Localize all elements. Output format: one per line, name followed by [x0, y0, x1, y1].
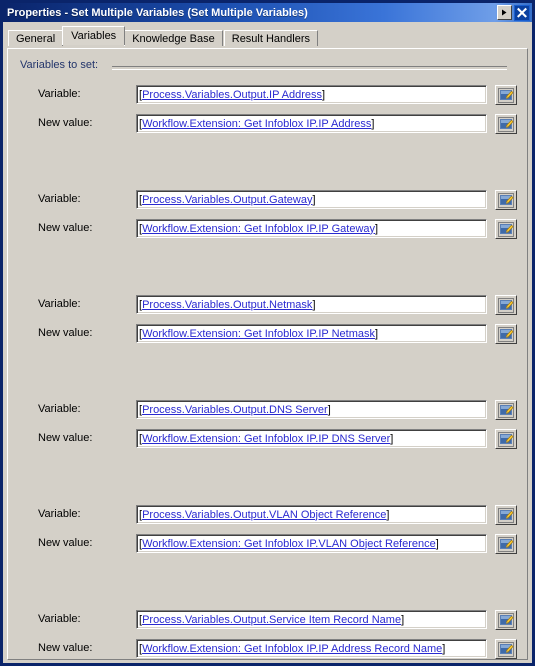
window-controls	[497, 4, 530, 21]
field-row-variable: Variable: [Process.Variables.Output.DNS S…	[20, 400, 521, 420]
field-row-new_value: New value: [Workflow.Extension: Get Infob…	[20, 114, 521, 134]
variable-input[interactable]: [Process.Variables.Output.Gateway]	[136, 190, 487, 209]
title-bar: Properties - Set Multiple Variables (Set…	[3, 3, 532, 22]
browse-picker-icon[interactable]	[495, 400, 517, 420]
browse-picker-icon[interactable]	[495, 190, 517, 210]
browse-picker-icon[interactable]	[495, 114, 517, 134]
tab-strip: General Variables Knowledge Base Result …	[4, 25, 532, 46]
variable-input[interactable]: [Process.Variables.Output.Netmask]	[136, 295, 487, 314]
field-row-new_value: New value: [Workflow.Extension: Get Infob…	[20, 429, 521, 449]
new-value-input[interactable]: [Workflow.Extension: Get Infoblox IP.IP …	[136, 324, 487, 343]
variable-value: [Process.Variables.Output.Service Item R…	[139, 613, 405, 626]
new-value-input[interactable]: [Workflow.Extension: Get Infoblox IP.IP …	[136, 639, 487, 658]
field-row-variable: Variable: [Process.Variables.Output.Netma…	[20, 295, 521, 315]
variable-value: [Process.Variables.Output.VLAN Object Re…	[139, 508, 390, 521]
new_value-label: New value:	[38, 117, 93, 129]
tab-result-handlers[interactable]: Result Handlers	[223, 30, 319, 46]
browse-picker-icon[interactable]	[495, 429, 517, 449]
variable-value: [Process.Variables.Output.Netmask]	[139, 298, 316, 311]
variable-group: Variable: [Process.Variables.Output.Gatew…	[20, 190, 521, 241]
new-value-input[interactable]: [Workflow.Extension: Get Infoblox IP.VLA…	[136, 534, 487, 553]
variable-input[interactable]: [Process.Variables.Output.IP Address]	[136, 85, 487, 104]
new_value-value: [Workflow.Extension: Get Infoblox IP.IP …	[139, 222, 379, 235]
browse-picker-icon[interactable]	[495, 295, 517, 315]
variables-tab-page: Variables to set: Variable: [Process.Vari…	[7, 48, 528, 660]
new_value-label: New value:	[38, 537, 93, 549]
browse-picker-icon[interactable]	[495, 639, 517, 659]
browse-picker-icon[interactable]	[495, 324, 517, 344]
tab-general[interactable]: General	[8, 30, 64, 46]
browse-picker-icon[interactable]	[495, 610, 517, 630]
browse-picker-icon[interactable]	[495, 534, 517, 554]
new_value-value: [Workflow.Extension: Get Infoblox IP.IP …	[139, 432, 394, 445]
variable-group: Variable: [Process.Variables.Output.VLAN …	[20, 505, 521, 556]
group-legend: Variables to set:	[20, 59, 105, 71]
variable-label: Variable:	[38, 193, 81, 205]
browse-picker-icon[interactable]	[495, 505, 517, 525]
variable-group: Variable: [Process.Variables.Output.IP Ad…	[20, 85, 521, 136]
browse-picker-icon[interactable]	[495, 85, 517, 105]
variable-value: [Process.Variables.Output.DNS Server]	[139, 403, 331, 416]
variable-label: Variable:	[38, 403, 81, 415]
new_value-label: New value:	[38, 222, 93, 234]
variable-label: Variable:	[38, 88, 81, 100]
variable-input[interactable]: [Process.Variables.Output.DNS Server]	[136, 400, 487, 419]
variable-label: Variable:	[38, 298, 81, 310]
field-row-new_value: New value: [Workflow.Extension: Get Infob…	[20, 534, 521, 554]
new-value-input[interactable]: [Workflow.Extension: Get Infoblox IP.IP …	[136, 219, 487, 238]
variable-value: [Process.Variables.Output.Gateway]	[139, 193, 316, 206]
field-row-new_value: New value: [Workflow.Extension: Get Infob…	[20, 219, 521, 239]
variable-group: Variable: [Process.Variables.Output.DNS S…	[20, 400, 521, 451]
field-row-new_value: New value: [Workflow.Extension: Get Infob…	[20, 639, 521, 659]
new-value-input[interactable]: [Workflow.Extension: Get Infoblox IP.IP …	[136, 429, 487, 448]
variables-to-set-group: Variables to set: Variable: [Process.Vari…	[20, 59, 521, 659]
tab-variables[interactable]: Variables	[62, 26, 126, 45]
variable-group: Variable: [Process.Variables.Output.Servi…	[20, 610, 521, 659]
field-row-variable: Variable: [Process.Variables.Output.VLAN …	[20, 505, 521, 525]
new_value-value: [Workflow.Extension: Get Infoblox IP.IP …	[139, 642, 446, 655]
browse-picker-icon[interactable]	[495, 219, 517, 239]
triangle-right-icon[interactable]	[497, 5, 512, 20]
variable-group: Variable: [Process.Variables.Output.Netma…	[20, 295, 521, 346]
new_value-label: New value:	[38, 642, 93, 654]
field-row-new_value: New value: [Workflow.Extension: Get Infob…	[20, 324, 521, 344]
new_value-value: [Workflow.Extension: Get Infoblox IP.IP …	[139, 327, 379, 340]
field-row-variable: Variable: [Process.Variables.Output.IP Ad…	[20, 85, 521, 105]
variable-label: Variable:	[38, 613, 81, 625]
variable-label: Variable:	[38, 508, 81, 520]
group-divider	[112, 66, 507, 70]
tab-knowledge-base[interactable]: Knowledge Base	[124, 30, 223, 46]
new_value-value: [Workflow.Extension: Get Infoblox IP.VLA…	[139, 537, 439, 550]
field-row-variable: Variable: [Process.Variables.Output.Servi…	[20, 610, 521, 630]
new-value-input[interactable]: [Workflow.Extension: Get Infoblox IP.IP …	[136, 114, 487, 133]
close-icon[interactable]	[514, 4, 530, 21]
properties-dialog: Properties - Set Multiple Variables (Set…	[0, 0, 535, 666]
window-title: Properties - Set Multiple Variables (Set…	[7, 6, 308, 19]
variable-input[interactable]: [Process.Variables.Output.VLAN Object Re…	[136, 505, 487, 524]
variable-value: [Process.Variables.Output.IP Address]	[139, 88, 326, 101]
new_value-label: New value:	[38, 432, 93, 444]
new_value-label: New value:	[38, 327, 93, 339]
new_value-value: [Workflow.Extension: Get Infoblox IP.IP …	[139, 117, 375, 130]
variable-input[interactable]: [Process.Variables.Output.Service Item R…	[136, 610, 487, 629]
field-row-variable: Variable: [Process.Variables.Output.Gatew…	[20, 190, 521, 210]
